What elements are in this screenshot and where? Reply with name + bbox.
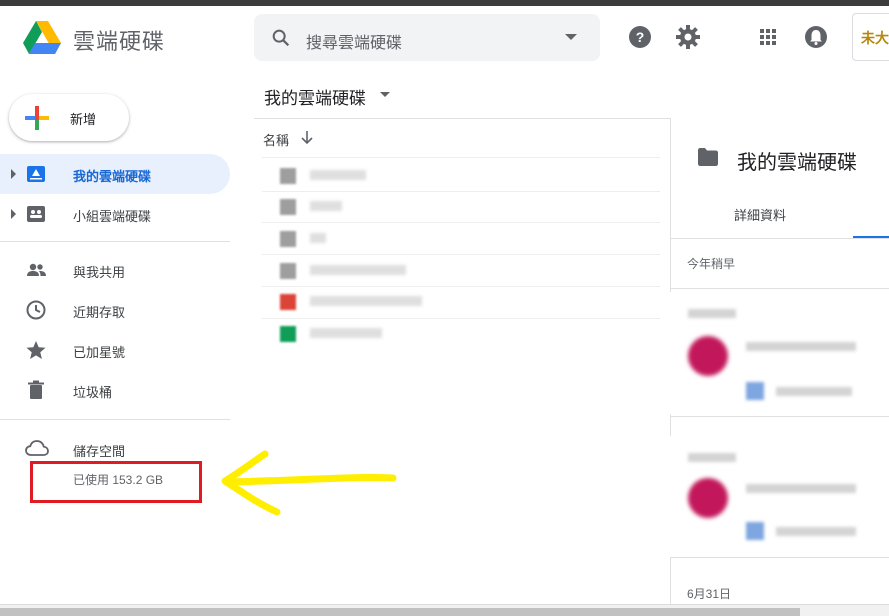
star-icon	[26, 341, 46, 359]
details-title: 我的雲端硬碟	[737, 152, 857, 174]
recent-icon	[26, 300, 46, 320]
window-top-edge	[0, 0, 889, 6]
pdf-file-icon	[280, 294, 296, 310]
blurred-file-name	[310, 233, 326, 243]
file-row[interactable]	[272, 319, 652, 349]
avatar	[688, 336, 728, 376]
search-bar[interactable]: 搜尋雲端硬碟	[254, 14, 600, 61]
plus-icon	[25, 106, 49, 130]
folder-icon	[280, 168, 296, 184]
settings-gear-icon[interactable]	[675, 24, 701, 50]
sidebar-item-label: 我的雲端硬碟	[73, 169, 152, 184]
sidebar-item-recent[interactable]: 近期存取	[0, 290, 230, 330]
blurred-file-name	[776, 527, 856, 536]
sidebar-item-trash[interactable]: 垃圾桶	[0, 370, 230, 410]
activity-item[interactable]	[670, 292, 889, 414]
file-type-icon	[746, 522, 764, 540]
sidebar-item-label: 與我共用	[73, 265, 126, 280]
sidebar-item-shared-with-me[interactable]: 與我共用	[0, 250, 230, 290]
file-row[interactable]	[272, 224, 652, 254]
help-icon[interactable]: ?	[627, 24, 653, 50]
storage-label[interactable]: 儲存空間	[73, 441, 125, 460]
sidebar-divider	[0, 419, 230, 420]
search-options-icon[interactable]	[565, 34, 577, 40]
app-title: 雲端硬碟	[73, 29, 166, 54]
drive-logo-icon[interactable]	[23, 21, 61, 55]
blurred-activity-text	[746, 342, 856, 351]
avatar-text: 未大	[861, 30, 889, 46]
blurred-file-name	[310, 296, 422, 306]
file-row[interactable]	[272, 256, 652, 286]
expand-arrow-icon[interactable]	[11, 169, 16, 179]
row-divider	[262, 157, 660, 158]
column-header-name[interactable]: 名稱	[263, 130, 289, 149]
cloud-storage-icon	[25, 440, 49, 456]
sidebar-item-starred[interactable]: 已加星號	[0, 330, 230, 370]
sidebar-item-shared-drives[interactable]: 小組雲端硬碟	[0, 194, 230, 234]
expand-arrow-icon[interactable]	[11, 209, 16, 219]
avatar	[688, 478, 728, 518]
blurred-file-name	[776, 387, 852, 396]
blurred-file-name	[310, 265, 406, 275]
account-avatar[interactable]: 未大	[852, 13, 889, 61]
blurred-timestamp	[688, 309, 736, 318]
sidebar-item-label: 近期存取	[73, 305, 126, 320]
file-type-icon	[746, 382, 764, 400]
blurred-file-name	[310, 170, 366, 180]
row-divider	[262, 254, 660, 255]
notifications-icon[interactable]	[803, 24, 829, 50]
panel-divider	[670, 238, 889, 239]
sidebar-item-label: 已加星號	[73, 345, 126, 360]
shared-with-me-icon	[27, 263, 46, 276]
shared-drives-icon	[27, 206, 45, 222]
sidebar-item-my-drive[interactable]: 我的雲端硬碟	[0, 154, 230, 194]
sidebar-item-label: 垃圾桶	[73, 385, 113, 400]
row-divider	[262, 222, 660, 223]
activity-item[interactable]	[670, 436, 889, 558]
folder-icon	[280, 231, 296, 247]
file-row[interactable]	[272, 287, 652, 317]
breadcrumb-dropdown-icon[interactable]	[380, 92, 390, 97]
breadcrumb-my-drive[interactable]: 我的雲端硬碟	[264, 84, 366, 109]
tab-details[interactable]: 詳細資料	[734, 205, 786, 224]
folder-icon	[280, 199, 296, 215]
sheets-file-icon	[280, 326, 296, 342]
annotation-arrow-icon	[221, 450, 397, 516]
sidebar-divider	[0, 241, 230, 242]
svg-text:?: ?	[636, 29, 645, 45]
blurred-timestamp	[688, 453, 736, 462]
trash-icon	[28, 380, 44, 399]
file-row[interactable]	[272, 161, 652, 191]
apps-grid-icon[interactable]	[755, 24, 781, 50]
blurred-file-name	[310, 201, 342, 211]
activity-date-label: 6月31日	[687, 587, 732, 601]
annotation-highlight-box	[30, 461, 202, 503]
file-row[interactable]	[272, 192, 652, 222]
panel-divider	[670, 557, 889, 558]
blurred-activity-text	[746, 484, 856, 493]
sidebar-item-label: 小組雲端硬碟	[73, 209, 152, 224]
folder-icon	[698, 148, 718, 166]
activity-period-label: 今年稍早	[687, 257, 736, 271]
panel-divider	[670, 416, 889, 417]
sort-arrow-icon[interactable]	[300, 130, 314, 145]
blurred-file-name	[310, 328, 382, 338]
search-input[interactable]: 搜尋雲端硬碟	[306, 29, 402, 53]
scrollbar-thumb[interactable]	[0, 608, 800, 616]
search-icon[interactable]	[270, 27, 292, 49]
new-button[interactable]: 新增	[9, 94, 129, 141]
folder-icon	[280, 263, 296, 279]
horizontal-scrollbar[interactable]	[0, 604, 889, 616]
my-drive-icon	[27, 166, 45, 182]
new-button-label: 新增	[70, 112, 97, 127]
panel-divider	[670, 288, 889, 289]
